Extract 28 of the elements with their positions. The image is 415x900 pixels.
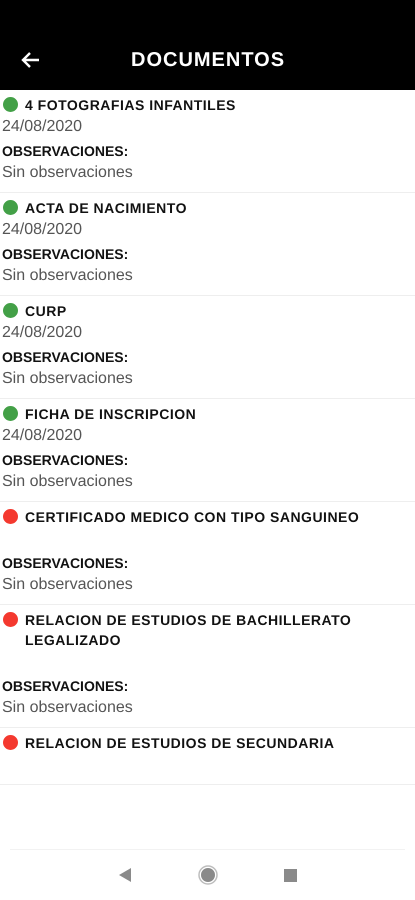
back-arrow-icon[interactable]: [21, 50, 41, 70]
observations-label: OBSERVACIONES:: [2, 677, 130, 696]
document-name: CERTIFICADO MEDICO CON TIPO SANGUINEO: [25, 508, 360, 527]
observations-label: OBSERVACIONES:: [2, 142, 130, 161]
back-triangle-icon[interactable]: [118, 867, 132, 883]
document-name: FICHA DE INSCRIPCION: [25, 405, 196, 424]
document-name: CURP: [25, 302, 67, 321]
observations-text: Sin observaciones: [2, 369, 134, 389]
observations-text: Sin observaciones: [2, 698, 134, 718]
screen-title: DOCUMENTOS: [131, 48, 286, 72]
observations-text: Sin observaciones: [2, 575, 134, 595]
observations-label: OBSERVACIONES:: [2, 245, 130, 264]
document-date: 24/08/2020: [2, 323, 84, 343]
document-name: RELACION DE ESTUDIOS DE SECUNDARIA: [25, 734, 334, 753]
observations-text: Sin observaciones: [2, 472, 134, 492]
home-circle-icon[interactable]: [198, 865, 218, 885]
document-date: 24/08/2020: [2, 220, 84, 240]
observations-label: OBSERVACIONES:: [2, 348, 130, 367]
observations-text: Sin observaciones: [2, 266, 134, 286]
document-name: 4 FOTOGRAFIAS INFANTILES: [25, 96, 236, 115]
observations-text: Sin observaciones: [2, 163, 134, 183]
observations-label: OBSERVACIONES:: [2, 451, 130, 470]
document-date: 24/08/2020: [2, 117, 84, 137]
document-name: RELACION DE ESTUDIOS DE BACHILLERATO LEGALIZADO: [25, 611, 352, 650]
document-date: 24/08/2020: [2, 426, 84, 446]
observations-label: OBSERVACIONES:: [2, 554, 130, 573]
document-name: ACTA DE NACIMIENTO: [25, 199, 187, 218]
square-icon[interactable]: [284, 868, 297, 882]
